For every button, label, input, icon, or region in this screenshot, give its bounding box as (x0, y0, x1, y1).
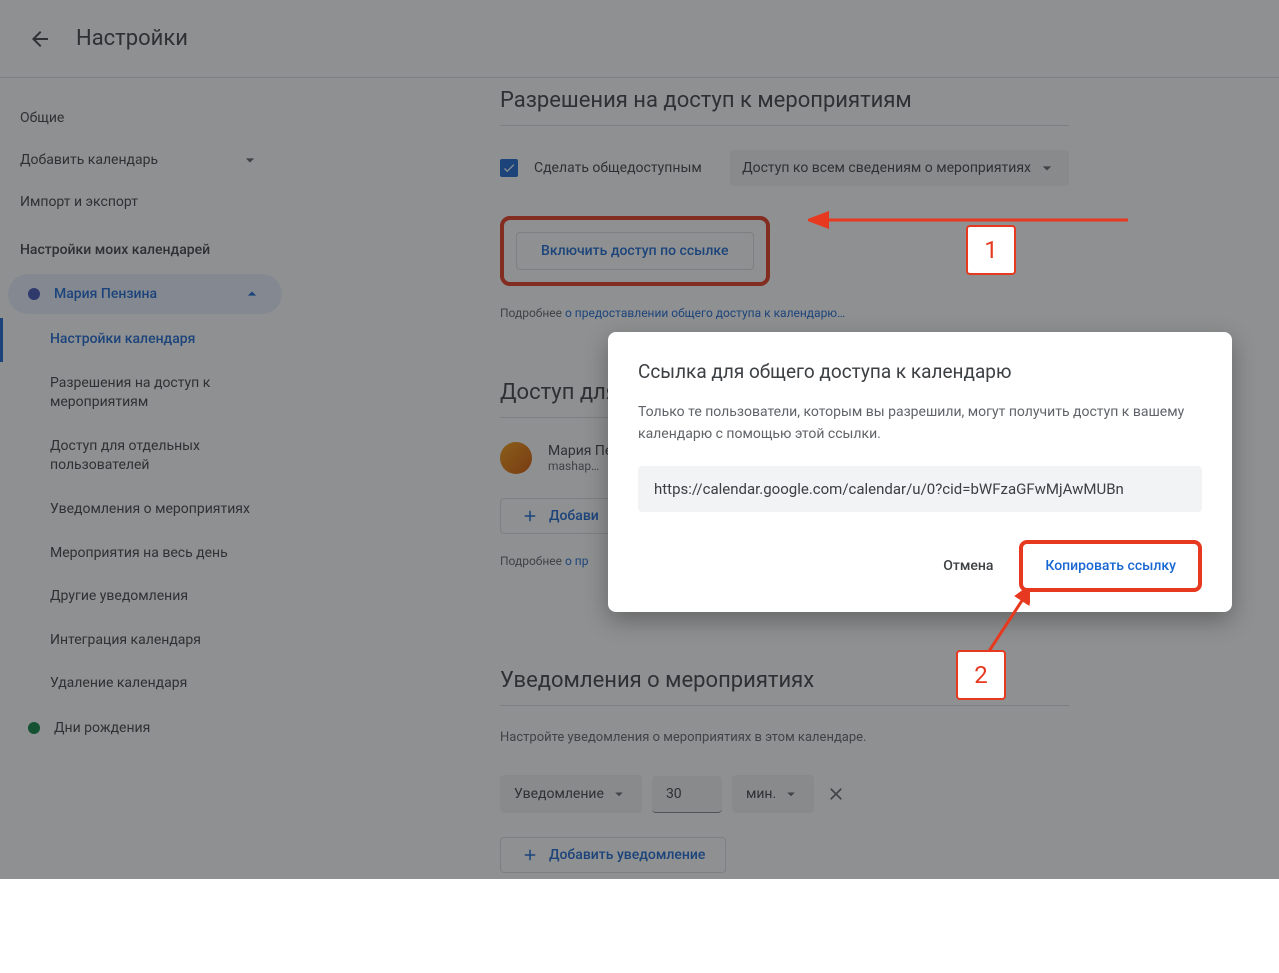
annotation-number-1: 1 (966, 225, 1016, 275)
share-url-input[interactable] (638, 466, 1202, 512)
dialog-title: Ссылка для общего доступа к календарю (638, 360, 1202, 383)
annotation-highlight-2: Копировать ссылку (1019, 540, 1202, 592)
dialog-description: Только те пользователи, которым вы разре… (638, 401, 1202, 446)
cancel-button[interactable]: Отмена (929, 550, 1007, 582)
share-link-dialog: Ссылка для общего доступа к календарю То… (608, 332, 1232, 612)
dialog-actions: Отмена Копировать ссылку (638, 540, 1202, 592)
copy-link-button[interactable]: Копировать ссылку (1031, 550, 1190, 582)
annotation-number-2: 2 (956, 650, 1006, 700)
